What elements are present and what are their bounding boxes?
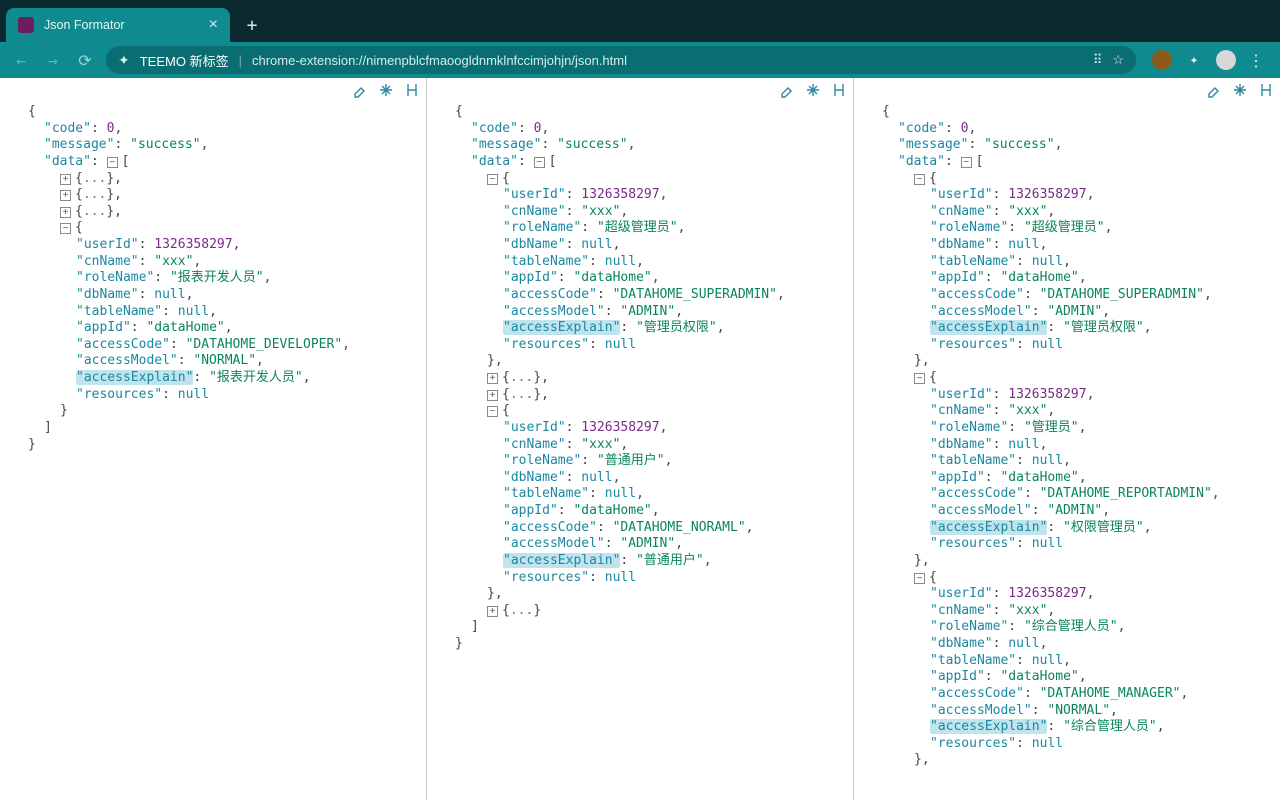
toggle-minus-icon[interactable]: −: [534, 157, 545, 168]
panel-toolbar: [779, 82, 847, 102]
toggle-plus-icon[interactable]: +: [60, 207, 71, 218]
json-panel-2: { "code": 0, "message": "success", "data…: [427, 78, 854, 800]
json-panel-3: { "code": 0, "message": "success", "data…: [854, 78, 1280, 800]
json-body[interactable]: { "code": 0, "message": "success", "data…: [854, 78, 1280, 777]
toggle-minus-icon[interactable]: −: [914, 174, 925, 185]
browser-menu-button[interactable]: ⋮: [1248, 51, 1264, 70]
toggle-plus-icon[interactable]: +: [487, 606, 498, 617]
align-icon[interactable]: [404, 82, 420, 102]
toggle-minus-icon[interactable]: −: [914, 373, 925, 384]
eraser-icon[interactable]: [352, 82, 368, 102]
bookmark-star-icon[interactable]: ☆: [1112, 52, 1124, 68]
tab-favicon-icon: [18, 17, 34, 33]
toggle-minus-icon[interactable]: −: [961, 157, 972, 168]
json-panel-1: { "code": 0, "message": "success", "data…: [0, 78, 427, 800]
toggle-plus-icon[interactable]: +: [487, 390, 498, 401]
translate-icon[interactable]: ⠿: [1093, 52, 1103, 68]
new-tab-button[interactable]: +: [238, 11, 266, 39]
toggle-minus-icon[interactable]: −: [914, 573, 925, 584]
toggle-plus-icon[interactable]: +: [487, 373, 498, 384]
content-area: { "code": 0, "message": "success", "data…: [0, 78, 1280, 800]
json-body[interactable]: { "code": 0, "message": "success", "data…: [0, 78, 426, 461]
url-path: chrome-extension://nimenpblcfmaoogldnmkl…: [252, 53, 627, 68]
eraser-icon[interactable]: [1206, 82, 1222, 102]
extensions-puzzle-icon[interactable]: ✦: [1184, 50, 1204, 70]
toolbar-right: ✦ ⋮: [1146, 50, 1270, 70]
toggle-plus-icon[interactable]: +: [60, 190, 71, 201]
forward-button[interactable]: →: [42, 51, 64, 70]
panel-toolbar: [352, 82, 420, 102]
browser-tab[interactable]: Json Formator ×: [6, 8, 230, 42]
profile-avatar-icon[interactable]: [1216, 50, 1236, 70]
extension-icon: ✦: [118, 52, 130, 69]
url-label: TEEMO 新标签: [140, 51, 229, 70]
json-body[interactable]: { "code": 0, "message": "success", "data…: [427, 78, 853, 661]
collapse-all-icon[interactable]: [378, 82, 394, 102]
align-icon[interactable]: [831, 82, 847, 102]
browser-chrome: Json Formator × + ← → ⟳ ✦ TEEMO 新标签 | ch…: [0, 0, 1280, 78]
toggle-minus-icon[interactable]: −: [487, 406, 498, 417]
panel-toolbar: [1206, 82, 1274, 102]
toggle-minus-icon[interactable]: −: [60, 223, 71, 234]
toggle-minus-icon[interactable]: −: [487, 174, 498, 185]
browser-toolbar: ← → ⟳ ✦ TEEMO 新标签 | chrome-extension://n…: [0, 42, 1280, 78]
back-button[interactable]: ←: [10, 51, 32, 70]
extension-badge-icon[interactable]: [1152, 50, 1172, 70]
collapse-all-icon[interactable]: [1232, 82, 1248, 102]
reload-button[interactable]: ⟳: [74, 51, 96, 70]
eraser-icon[interactable]: [779, 82, 795, 102]
close-tab-icon[interactable]: ×: [209, 16, 218, 34]
toggle-plus-icon[interactable]: +: [60, 174, 71, 185]
tab-bar: Json Formator × +: [0, 0, 1280, 42]
toggle-minus-icon[interactable]: −: [107, 157, 118, 168]
tab-title: Json Formator: [44, 18, 199, 32]
collapse-all-icon[interactable]: [805, 82, 821, 102]
address-bar[interactable]: ✦ TEEMO 新标签 | chrome-extension://nimenpb…: [106, 46, 1136, 74]
align-icon[interactable]: [1258, 82, 1274, 102]
